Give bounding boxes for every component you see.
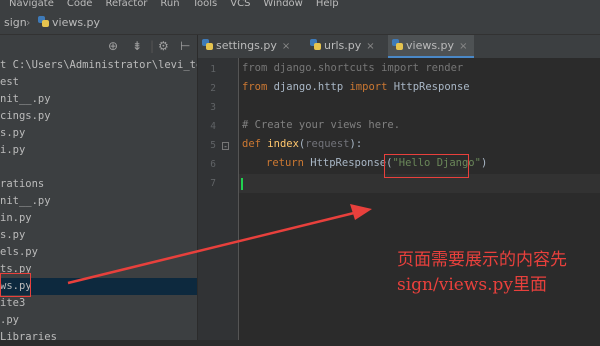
annotation-caption-line1: 页面需要展示的内容先 — [397, 250, 567, 270]
annotation-caption-line2: sign/views.py里面 — [397, 275, 547, 295]
